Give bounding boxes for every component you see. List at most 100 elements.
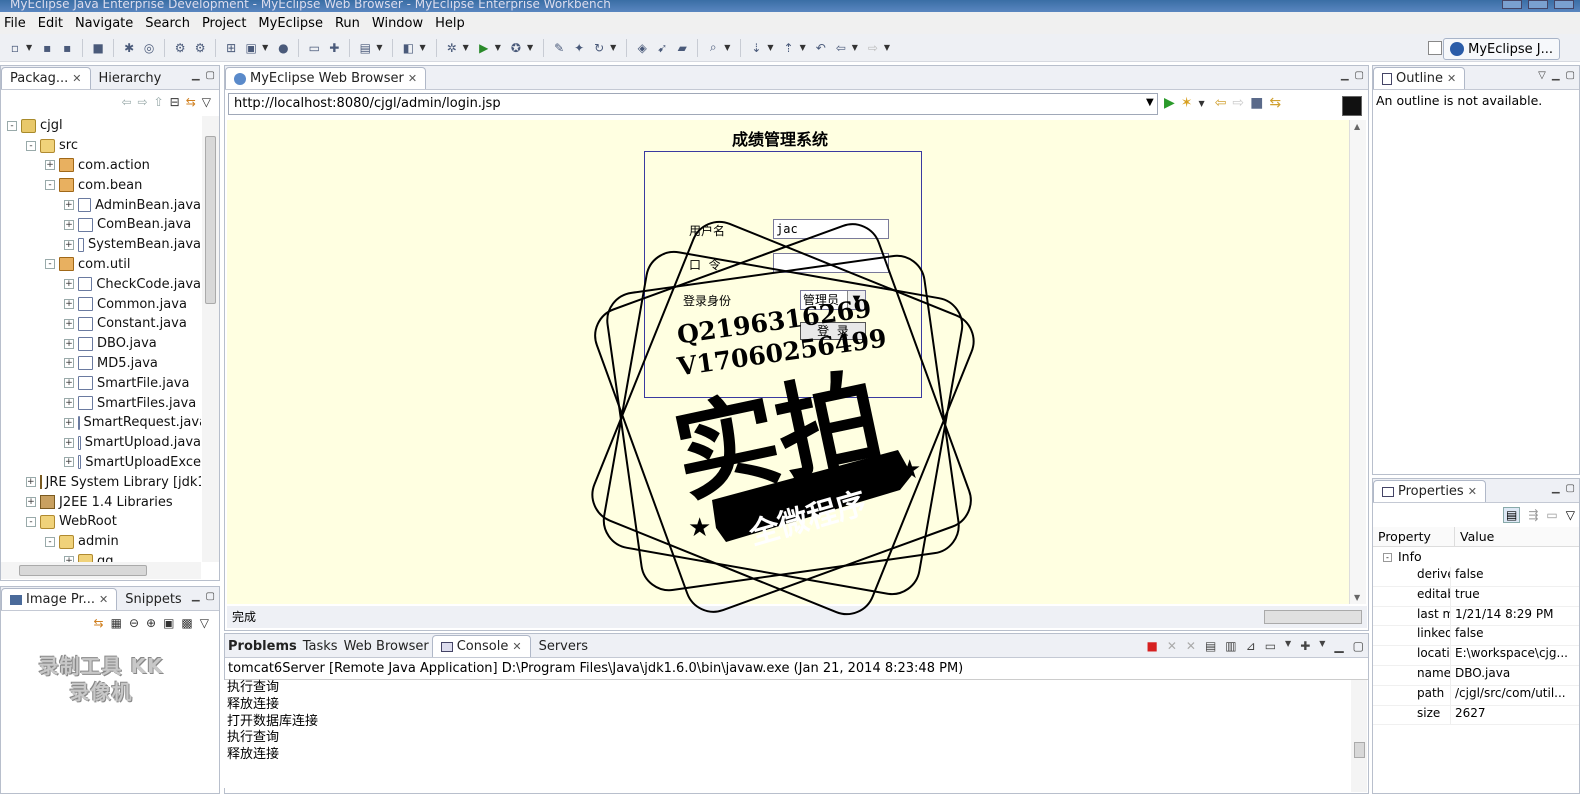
close-icon[interactable]: ✕ — [1447, 72, 1456, 85]
scroll-up-icon[interactable]: ▲ — [1354, 122, 1360, 131]
close-window-button[interactable] — [1554, 0, 1574, 9]
expand-icon[interactable]: + — [64, 318, 74, 329]
tab-outline[interactable]: Outline ✕ — [1373, 67, 1466, 89]
restore-default-icon[interactable]: ▭ — [1546, 508, 1557, 522]
collapse-icon[interactable]: - — [1383, 552, 1392, 562]
chevron-down-icon[interactable]: ▼ — [262, 43, 268, 52]
tree-item[interactable]: + Constant.java — [1, 314, 201, 334]
menu-window[interactable]: Window — [368, 16, 431, 31]
tree-item[interactable]: + SmartUpload.java — [1, 433, 201, 453]
maximize-icon[interactable]: ▢ — [1353, 639, 1364, 653]
perspective-switcher[interactable]: MyEclipse J... — [1443, 38, 1560, 60]
tab-properties[interactable]: Properties ✕ — [1373, 480, 1486, 502]
maximize-icon[interactable]: ▢ — [206, 591, 215, 602]
chevron-down-icon[interactable]: ▼ — [800, 43, 806, 52]
expand-icon[interactable]: + — [45, 160, 55, 171]
username-input[interactable]: jac — [773, 219, 889, 239]
forward-arrow-icon[interactable]: ⇨ — [864, 39, 882, 57]
save-icon[interactable]: ▪ — [38, 39, 56, 57]
chevron-down-icon[interactable]: ▼ — [463, 43, 469, 52]
actual-size-icon[interactable]: ▣ — [163, 616, 174, 630]
go-icon[interactable]: ▶ — [1164, 95, 1175, 111]
property-row[interactable]: last m 1/21/14 8:29 PM — [1373, 606, 1579, 627]
minimize-icon[interactable]: ▁ — [1552, 70, 1560, 81]
expand-icon[interactable]: + — [64, 338, 74, 349]
open-perspective-icon[interactable] — [1428, 41, 1442, 55]
tab-snippets[interactable]: Snippets — [117, 588, 189, 610]
menu-project[interactable]: Project — [198, 16, 254, 31]
scroll-thumb[interactable] — [19, 565, 147, 576]
new-package-icon[interactable]: ✎ — [550, 39, 568, 57]
up-icon[interactable]: ⇧ — [154, 95, 164, 109]
last-edit-icon[interactable]: ↶ — [812, 39, 830, 57]
terminate-icon[interactable]: ■ — [1146, 639, 1157, 653]
tree-item[interactable]: + CheckCode.java — [1, 274, 201, 294]
browser-settings-icon[interactable] — [1342, 96, 1362, 116]
deploy-project-icon[interactable]: ⊞ — [222, 39, 240, 57]
tab-problems[interactable]: Problems — [225, 635, 300, 657]
expand-icon[interactable]: + — [64, 219, 74, 230]
property-row[interactable]: editab true — [1373, 586, 1579, 607]
new-icon[interactable]: ▫ — [6, 39, 24, 57]
collapse-all-icon[interactable]: ⊟ — [170, 95, 180, 109]
tree-item[interactable]: - admin — [1, 532, 201, 552]
back-arrow-icon[interactable]: ⇦ — [832, 39, 850, 57]
open-type-icon[interactable]: ▭ — [305, 39, 323, 57]
scroll-lock-icon[interactable]: ▥ — [1225, 639, 1236, 653]
next-annotation-icon[interactable]: ⇣ — [747, 39, 765, 57]
tree-item[interactable]: + J2EE 1.4 Libraries — [1, 492, 201, 512]
show-advanced-icon[interactable]: ⇶ — [1528, 508, 1538, 522]
close-icon[interactable]: ✕ — [99, 593, 108, 606]
maximize-icon[interactable]: ▢ — [1566, 483, 1575, 494]
debug-icon[interactable]: ✲ — [443, 39, 461, 57]
login-button[interactable]: 登 录 — [800, 322, 866, 340]
menu-help[interactable]: Help — [431, 16, 473, 31]
expand-icon[interactable]: + — [64, 299, 74, 310]
chevron-down-icon[interactable]: ▼ — [610, 43, 616, 52]
expand-icon[interactable]: + — [64, 358, 74, 369]
clear-console-icon[interactable]: ▤ — [1205, 639, 1216, 653]
forward-icon[interactable]: ⇨ — [138, 95, 148, 109]
link-icon[interactable]: ⇆ — [94, 616, 104, 630]
refresh-icon[interactable]: ↻ — [590, 39, 608, 57]
chevron-down-icon[interactable]: ▼ — [852, 43, 858, 52]
open-console-icon[interactable]: ✚ — [1300, 639, 1310, 653]
package-explorer-icon[interactable]: ■ — [89, 39, 107, 57]
menu-myeclipse[interactable]: MyEclipse — [254, 16, 331, 31]
minimize-icon[interactable]: ▁ — [1341, 70, 1349, 81]
back-arrow-icon[interactable]: ⇦ — [1215, 95, 1227, 111]
display-console-icon[interactable]: ▭ — [1265, 639, 1276, 653]
server-config-icon[interactable]: ⚙ — [191, 39, 209, 57]
bookmark-icon[interactable]: ✶ — [1181, 95, 1193, 111]
tab-tasks[interactable]: Tasks — [300, 635, 341, 657]
close-icon[interactable]: ✕ — [512, 640, 521, 653]
close-icon[interactable]: ✕ — [1468, 485, 1477, 498]
tree-item[interactable]: + MD5.java — [1, 354, 201, 374]
tree-item[interactable]: + SystemBean.java — [1, 235, 201, 255]
maximize-button[interactable] — [1528, 0, 1548, 9]
prev-annotation-icon[interactable]: ⇡ — [780, 39, 798, 57]
chevron-down-icon[interactable]: ▼ — [527, 43, 533, 52]
menu-file[interactable]: File — [0, 16, 34, 31]
chevron-down-icon[interactable]: ▼ — [26, 43, 32, 52]
tab-servers[interactable]: Servers — [531, 635, 596, 657]
run-icon[interactable]: ▶ — [475, 39, 493, 57]
close-icon[interactable]: ✕ — [72, 72, 81, 85]
tree-item[interactable]: - com.util — [1, 255, 201, 275]
fit-icon[interactable]: ▦ — [111, 616, 122, 630]
run-server-icon[interactable]: ▣ — [242, 39, 260, 57]
tree-item[interactable]: + SmartRequest.java — [1, 413, 201, 433]
fit-window-icon[interactable]: ▩ — [181, 616, 192, 630]
new-class-icon[interactable]: ◧ — [399, 39, 417, 57]
minimize-button[interactable] — [1502, 0, 1522, 9]
close-icon[interactable]: ✕ — [408, 72, 417, 85]
property-row[interactable]: linked false — [1373, 626, 1579, 647]
menu-search[interactable]: Search — [141, 16, 198, 31]
chevron-down-icon[interactable]: ▼ — [419, 43, 425, 52]
chevron-down-icon[interactable]: ▼ — [1319, 639, 1325, 653]
external-tools-icon[interactable]: ✪ — [507, 39, 525, 57]
tab-hierarchy[interactable]: Hierarchy — [91, 67, 170, 89]
expand-icon[interactable]: + — [26, 477, 36, 488]
server-icon[interactable]: ⚙ — [171, 39, 189, 57]
collapse-icon[interactable]: - — [45, 536, 55, 547]
